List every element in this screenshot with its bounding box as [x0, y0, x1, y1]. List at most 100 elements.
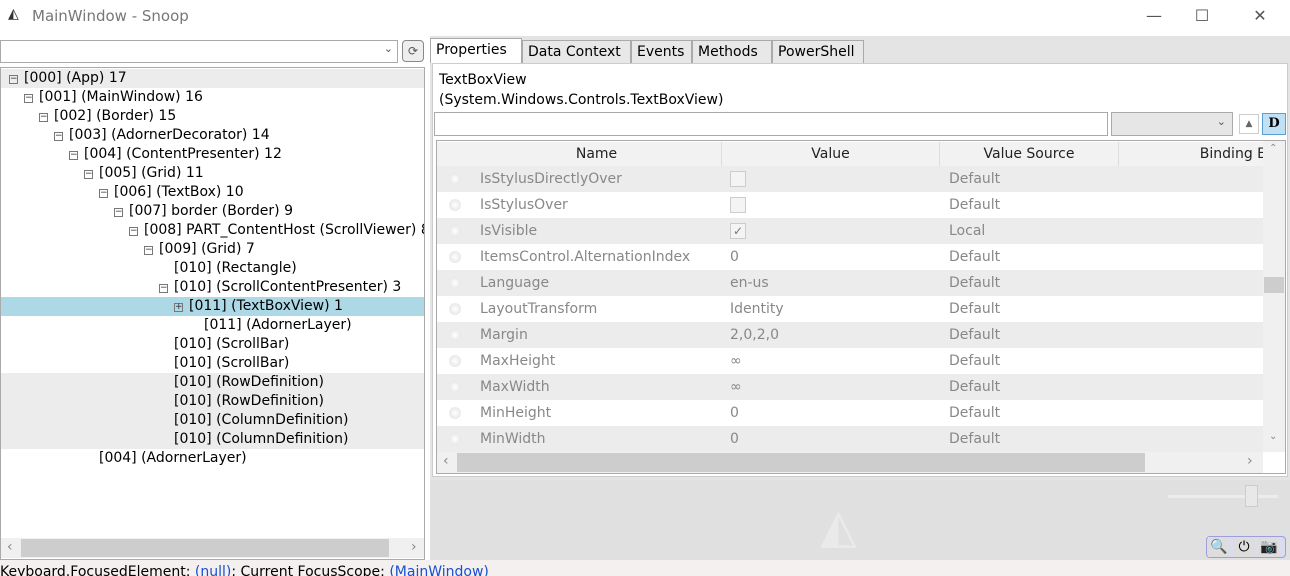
tree-node[interactable]: [010] (RowDefinition): [1, 373, 424, 392]
camera-icon[interactable]: 📷: [1258, 537, 1280, 557]
tree-node[interactable]: [010] (ColumnDefinition): [1, 430, 424, 449]
tree-node[interactable]: − [004] (ContentPresenter) 12: [1, 145, 424, 164]
property-value[interactable]: 2,0,2,0: [730, 322, 779, 348]
property-value[interactable]: 0: [730, 244, 739, 270]
property-row[interactable]: Margin 2,0,2,0 Default: [437, 322, 1263, 348]
snoop-logo-icon: ◭: [8, 6, 19, 22]
root-selector-combobox[interactable]: ⌄: [0, 40, 398, 63]
magnify-icon[interactable]: 🔍: [1208, 537, 1230, 557]
minimize-button[interactable]: —: [1131, 0, 1177, 32]
property-row[interactable]: Language en-us Default: [437, 270, 1263, 296]
scroll-thumb[interactable]: [457, 453, 1145, 472]
tree-node[interactable]: − [009] (Grid) 7: [1, 240, 424, 259]
property-value[interactable]: ∞: [730, 374, 742, 400]
tree-node[interactable]: − [008] PART_ContentHost (ScrollViewer) 8: [1, 221, 424, 240]
column-header[interactable]: Value Source: [940, 142, 1119, 166]
power-icon[interactable]: ⏻: [1233, 537, 1255, 557]
property-value[interactable]: Identity: [730, 296, 784, 322]
grid-horizontal-scrollbar[interactable]: ‹ ›: [437, 452, 1263, 473]
collapse-icon[interactable]: −: [159, 284, 168, 293]
collapse-icon[interactable]: −: [114, 208, 123, 217]
property-filter-input[interactable]: [434, 112, 1108, 136]
refresh-button[interactable]: ⟳: [402, 40, 424, 62]
tree-node[interactable]: − [005] (Grid) 11: [1, 164, 424, 183]
scroll-right-icon[interactable]: ›: [411, 539, 417, 555]
tree-node-label: [001] (MainWindow) 16: [39, 89, 203, 105]
collapse-icon[interactable]: −: [99, 189, 108, 198]
property-filter-combobox[interactable]: ⌄: [1111, 112, 1233, 136]
default-values-toggle[interactable]: D: [1262, 113, 1286, 135]
close-button[interactable]: ✕: [1237, 0, 1283, 32]
tree-node[interactable]: − [007] border (Border) 9: [1, 202, 424, 221]
collapse-icon[interactable]: −: [84, 170, 93, 179]
collapse-icon[interactable]: −: [69, 151, 78, 160]
property-row[interactable]: MaxHeight ∞ Default: [437, 348, 1263, 374]
zoom-slider-thumb[interactable]: [1245, 485, 1258, 507]
property-row[interactable]: ItemsControl.AlternationIndex 0 Default: [437, 244, 1263, 270]
tree-node[interactable]: − [002] (Border) 15: [1, 107, 424, 126]
column-header[interactable]: Name: [472, 142, 722, 166]
tree-node[interactable]: − [000] (App) 17: [1, 69, 424, 88]
property-row[interactable]: IsStylusDirectlyOver Default: [437, 166, 1263, 192]
scroll-thumb[interactable]: [1264, 277, 1284, 293]
collapse-icon[interactable]: −: [39, 113, 48, 122]
tab-methods[interactable]: Methods: [692, 40, 772, 64]
grid-vertical-scrollbar[interactable]: ⌃ ⌄: [1263, 141, 1285, 452]
maximize-button[interactable]: ☐: [1179, 0, 1225, 32]
tree-horizontal-scrollbar[interactable]: ‹ ›: [1, 538, 424, 558]
collapse-icon[interactable]: −: [9, 75, 18, 84]
tree-node[interactable]: [010] (ScrollBar): [1, 335, 424, 354]
tree-node[interactable]: [010] (Rectangle): [1, 259, 424, 278]
tab-data-context[interactable]: Data Context: [522, 40, 631, 64]
tab-properties[interactable]: Properties: [430, 38, 522, 63]
tree-node-label: [010] (RowDefinition): [174, 393, 324, 409]
property-name: Language: [480, 275, 550, 291]
tree-node[interactable]: + [011] (TextBoxView) 1: [1, 297, 424, 316]
tree-node[interactable]: [004] (AdornerLayer): [1, 449, 424, 468]
scroll-left-icon[interactable]: ‹: [443, 453, 449, 469]
focused-element-link[interactable]: (null): [195, 564, 231, 576]
tree-node[interactable]: [011] (AdornerLayer): [1, 316, 424, 335]
preview-area: ◭: [430, 480, 1290, 560]
property-checkbox[interactable]: [730, 197, 746, 213]
tab-events[interactable]: Events: [631, 40, 692, 64]
scroll-down-icon[interactable]: ⌄: [1269, 431, 1277, 442]
tree-node[interactable]: [010] (ColumnDefinition): [1, 411, 424, 430]
property-checkbox[interactable]: ✓: [730, 223, 746, 239]
property-row[interactable]: IsStylusOver Default: [437, 192, 1263, 218]
collapse-icon[interactable]: −: [54, 132, 63, 141]
expand-icon[interactable]: +: [174, 303, 183, 312]
property-row[interactable]: LayoutTransform Identity Default: [437, 296, 1263, 322]
property-name: Margin: [480, 327, 528, 343]
property-value[interactable]: ∞: [730, 348, 742, 374]
collapse-icon[interactable]: −: [129, 227, 138, 236]
scroll-right-icon[interactable]: ›: [1247, 453, 1253, 469]
tree-node[interactable]: [010] (RowDefinition): [1, 392, 424, 411]
scroll-left-icon[interactable]: ‹: [7, 539, 13, 555]
tree-node[interactable]: [010] (ScrollBar): [1, 354, 424, 373]
property-row[interactable]: MinWidth 0 Default: [437, 426, 1263, 452]
focus-scope-link[interactable]: (MainWindow): [389, 564, 489, 576]
scroll-up-icon[interactable]: ⌃: [1269, 143, 1277, 154]
property-value[interactable]: 0: [730, 400, 739, 426]
property-value[interactable]: en-us: [730, 270, 769, 296]
sort-button[interactable]: ▲: [1239, 114, 1259, 134]
visual-tree[interactable]: − [000] (App) 17− [001] (MainWindow) 16− [0…: [0, 67, 425, 560]
tab-powershell[interactable]: PowerShell: [772, 40, 864, 64]
tree-node[interactable]: − [003] (AdornerDecorator) 14: [1, 126, 424, 145]
column-header[interactable]: Binding E: [1119, 142, 1269, 166]
property-source: Default: [949, 275, 1001, 291]
property-row[interactable]: MinHeight 0 Default: [437, 400, 1263, 426]
zoom-slider-track[interactable]: [1168, 495, 1278, 498]
scroll-thumb[interactable]: [21, 539, 389, 557]
property-row[interactable]: MaxWidth ∞ Default: [437, 374, 1263, 400]
tree-node[interactable]: − [006] (TextBox) 10: [1, 183, 424, 202]
property-row[interactable]: IsVisible ✓ Local: [437, 218, 1263, 244]
property-value[interactable]: 0: [730, 426, 739, 452]
tree-node[interactable]: − [010] (ScrollContentPresenter) 3: [1, 278, 424, 297]
tree-node[interactable]: − [001] (MainWindow) 16: [1, 88, 424, 107]
property-checkbox[interactable]: [730, 171, 746, 187]
collapse-icon[interactable]: −: [24, 94, 33, 103]
column-header[interactable]: Value: [722, 142, 940, 166]
collapse-icon[interactable]: −: [144, 246, 153, 255]
